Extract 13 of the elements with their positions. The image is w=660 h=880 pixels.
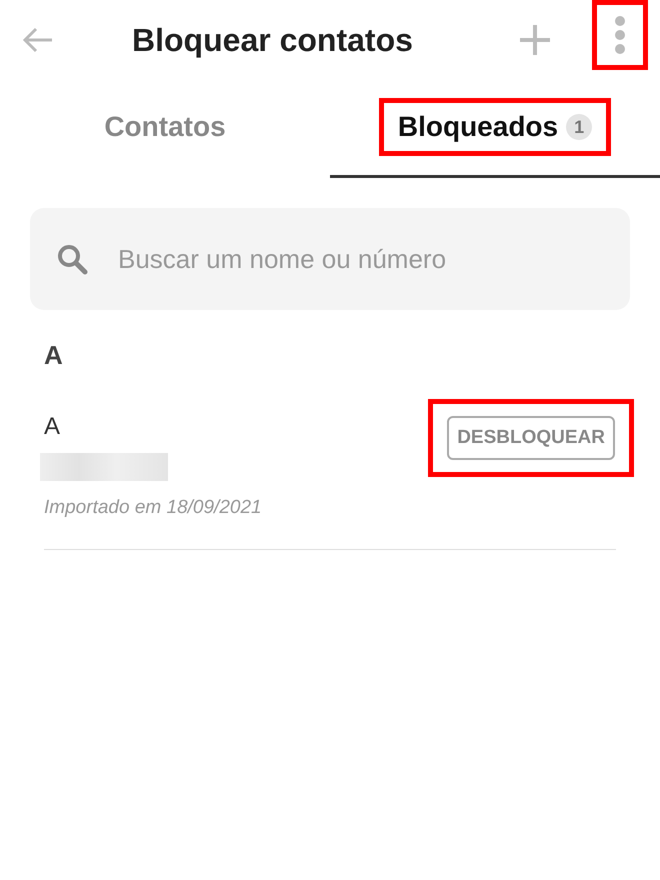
search-field[interactable]: Buscar um nome ou número — [30, 208, 630, 310]
screen-title: Bloquear contatos — [131, 22, 414, 58]
tab[interactable]: Bloqueados 1 — [398, 111, 592, 143]
count-badge: 1 — [566, 114, 592, 140]
section-letter: A — [44, 340, 64, 371]
back-arrow-icon[interactable] — [22, 26, 54, 54]
tab[interactable]: Contatos — [104, 111, 226, 143]
plus-icon[interactable] — [518, 23, 552, 57]
more-options-icon — [613, 15, 627, 55]
search-icon — [56, 243, 88, 275]
import-date: Importado em 18/09/2021 — [44, 497, 263, 519]
unblock-button[interactable]: DESBLOQUEAR — [447, 416, 615, 460]
contact-name: A — [44, 413, 62, 441]
